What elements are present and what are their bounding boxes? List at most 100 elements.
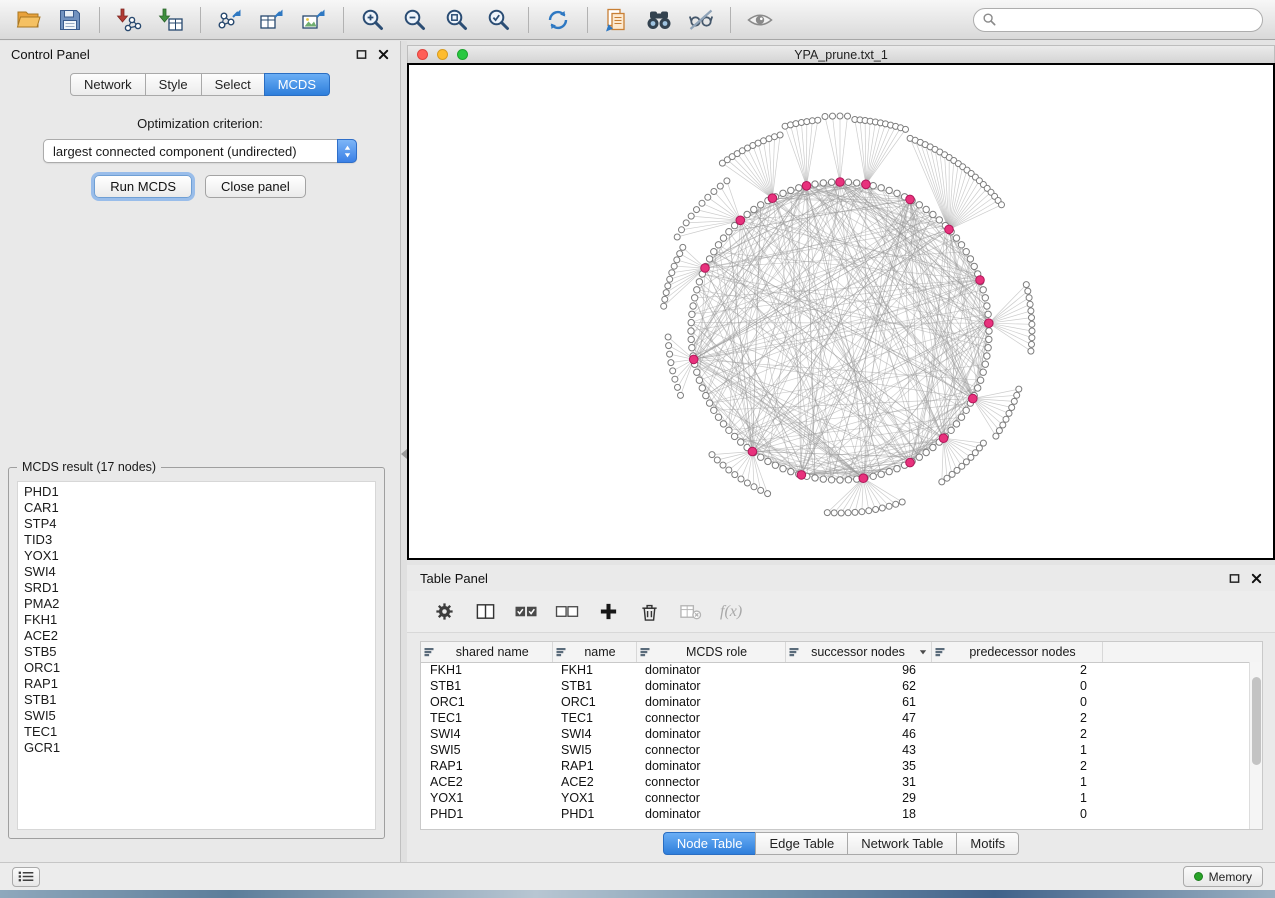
cell-name[interactable]: RAP1 [552,758,636,774]
table-mode-button[interactable] [429,597,459,627]
cell-successor-nodes[interactable]: 35 [785,758,931,774]
criterion-dropdown[interactable]: largest connected component (undirected) [43,139,357,163]
window-close-button[interactable] [417,49,428,60]
mcds-result-item[interactable]: SWI5 [18,708,375,724]
open-file-button[interactable] [8,4,48,36]
memory-button[interactable]: Memory [1183,866,1263,887]
cell-mcds-role[interactable]: connector [636,742,785,758]
cell-shared-name[interactable]: PHD1 [421,806,552,822]
mcds-result-item[interactable]: STB5 [18,644,375,660]
window-zoom-button[interactable] [457,49,468,60]
cell-name[interactable]: PHD1 [552,806,636,822]
float-panel-icon[interactable] [356,49,367,60]
network-canvas[interactable] [407,63,1275,560]
cell-mcds-role[interactable]: connector [636,790,785,806]
table-tab-edge-table[interactable]: Edge Table [755,832,848,855]
cell-mcds-role[interactable]: connector [636,774,785,790]
mcds-result-item[interactable]: GCR1 [18,740,375,756]
float-table-panel-icon[interactable] [1229,573,1240,584]
show-columns-button[interactable] [470,597,500,627]
table-row[interactable]: YOX1YOX1connector291 [421,790,1262,806]
cell-successor-nodes[interactable]: 61 [785,694,931,710]
cell-successor-nodes[interactable]: 43 [785,742,931,758]
table-tab-node-table[interactable]: Node Table [663,832,757,855]
table-row[interactable]: ORC1ORC1dominator610 [421,694,1262,710]
table-row[interactable]: RAP1RAP1dominator352 [421,758,1262,774]
mcds-result-item[interactable]: ORC1 [18,660,375,676]
cell-successor-nodes[interactable]: 31 [785,774,931,790]
cell-predecessor-nodes[interactable]: 0 [931,678,1102,694]
table-row[interactable]: PHD1PHD1dominator180 [421,806,1262,822]
zoom-selected-button[interactable] [479,4,519,36]
cell-name[interactable]: YOX1 [552,790,636,806]
import-network-button[interactable] [109,4,149,36]
cell-mcds-role[interactable]: dominator [636,662,785,678]
refresh-button[interactable] [538,4,578,36]
save-button[interactable] [50,4,90,36]
cell-shared-name[interactable]: RAP1 [421,758,552,774]
column-header-successor-nodes[interactable]: successor nodes [785,642,931,662]
mcds-result-item[interactable]: STP4 [18,516,375,532]
scrollbar-thumb[interactable] [1252,677,1261,765]
window-minimize-button[interactable] [437,49,448,60]
cell-mcds-role[interactable]: dominator [636,678,785,694]
cell-name[interactable]: SWI5 [552,742,636,758]
export-network-button[interactable] [210,4,250,36]
cell-predecessor-nodes[interactable]: 1 [931,742,1102,758]
table-row[interactable]: FKH1FKH1dominator962 [421,662,1262,678]
import-table-button[interactable] [151,4,191,36]
export-image-button[interactable] [294,4,334,36]
mcds-result-item[interactable]: YOX1 [18,548,375,564]
mcds-result-item[interactable]: PMA2 [18,596,375,612]
mcds-result-item[interactable]: PHD1 [18,484,375,500]
cell-successor-nodes[interactable]: 47 [785,710,931,726]
close-mcds-panel-button[interactable]: Close panel [205,175,306,198]
mcds-result-item[interactable]: TEC1 [18,724,375,740]
tab-select[interactable]: Select [201,73,265,96]
log-console-button[interactable] [12,867,40,887]
table-row[interactable]: STB1STB1dominator620 [421,678,1262,694]
cell-predecessor-nodes[interactable]: 2 [931,758,1102,774]
search-field[interactable] [973,8,1263,32]
filter-button[interactable] [681,4,721,36]
create-column-button[interactable] [593,597,623,627]
select-all-columns-button[interactable] [511,597,541,627]
cell-predecessor-nodes[interactable]: 0 [931,806,1102,822]
cell-shared-name[interactable]: SWI4 [421,726,552,742]
delete-column-button[interactable] [634,597,664,627]
column-header-shared-name[interactable]: shared name [421,642,552,662]
mcds-result-item[interactable]: SWI4 [18,564,375,580]
cell-predecessor-nodes[interactable]: 2 [931,726,1102,742]
table-row[interactable]: ACE2ACE2connector311 [421,774,1262,790]
cell-name[interactable]: TEC1 [552,710,636,726]
table-row[interactable]: SWI4SWI4dominator462 [421,726,1262,742]
mcds-result-item[interactable]: STB1 [18,692,375,708]
cell-mcds-role[interactable]: dominator [636,806,785,822]
cell-name[interactable]: ORC1 [552,694,636,710]
mcds-result-item[interactable]: ACE2 [18,628,375,644]
cell-shared-name[interactable]: ACE2 [421,774,552,790]
cell-mcds-role[interactable]: dominator [636,758,785,774]
close-table-panel-icon[interactable] [1251,573,1262,584]
mcds-result-item[interactable]: TID3 [18,532,375,548]
column-header-name[interactable]: name [552,642,636,662]
column-header-mcds-role[interactable]: MCDS role [636,642,785,662]
network-graph[interactable] [409,65,1273,558]
cell-mcds-role[interactable]: connector [636,710,785,726]
cell-predecessor-nodes[interactable]: 0 [931,694,1102,710]
tab-network[interactable]: Network [70,73,146,96]
zoom-in-button[interactable] [353,4,393,36]
clone-network-button[interactable] [597,4,637,36]
zoom-fit-button[interactable] [437,4,477,36]
mcds-result-item[interactable]: CAR1 [18,500,375,516]
cell-successor-nodes[interactable]: 96 [785,662,931,678]
cell-successor-nodes[interactable]: 29 [785,790,931,806]
cell-successor-nodes[interactable]: 62 [785,678,931,694]
table-scrollbar[interactable] [1249,662,1262,829]
search-input[interactable] [973,8,1263,32]
run-mcds-button[interactable]: Run MCDS [94,175,192,198]
cell-shared-name[interactable]: SWI5 [421,742,552,758]
zoom-out-button[interactable] [395,4,435,36]
cell-successor-nodes[interactable]: 18 [785,806,931,822]
cell-mcds-role[interactable]: dominator [636,694,785,710]
